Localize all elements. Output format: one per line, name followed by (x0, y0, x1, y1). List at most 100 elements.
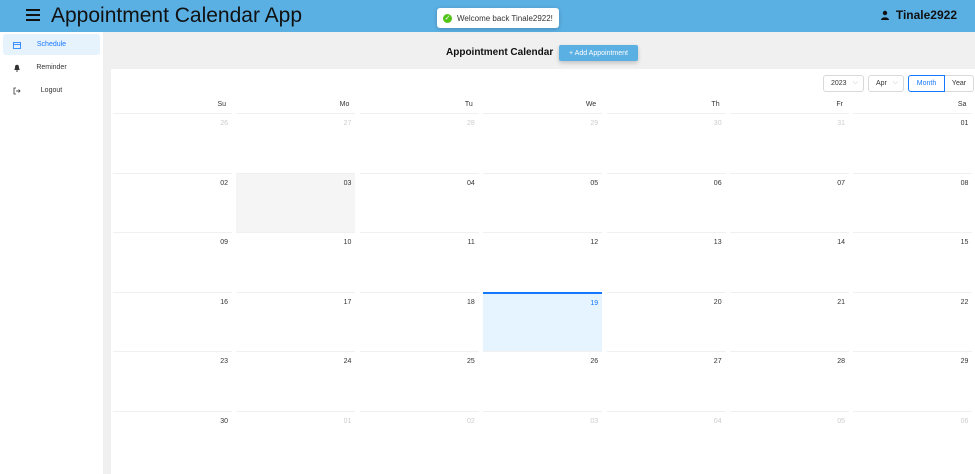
add-appointment-button[interactable]: + Add Appointment (559, 45, 638, 61)
calendar-panel: 2023 ⌵ Apr ⌵ Month Year Su Mo Tu We Th Fr Sa 2… (111, 69, 975, 474)
month-select-value: Apr (876, 80, 887, 87)
day-number: 02 (467, 417, 475, 425)
calendar-day-cell[interactable]: 30 (113, 410, 232, 470)
calendar-day-cell[interactable]: 29 (483, 113, 603, 172)
sidebar: Schedule Reminder Logout (0, 32, 103, 474)
day-number: 02 (220, 179, 228, 187)
calendar-day-cell[interactable]: 04 (359, 172, 479, 232)
day-number: 29 (590, 120, 599, 127)
day-number: 11 (467, 239, 475, 246)
view-mode-month[interactable]: Month (908, 75, 945, 92)
view-mode-switch: Month Year (908, 75, 974, 92)
day-number: 08 (960, 179, 969, 187)
user-menu[interactable]: Tinale2922 (880, 8, 957, 22)
calendar-day-cell[interactable]: 04 (606, 410, 726, 470)
calendar-day-cell[interactable]: 18 (359, 291, 479, 351)
day-number: 04 (713, 417, 722, 425)
calendar-day-cell[interactable]: 03 (483, 410, 603, 470)
calendar-day-cell[interactable]: 20 (606, 291, 726, 351)
calendar-day-cell[interactable]: 05 (483, 172, 603, 232)
calendar-day-cell[interactable]: 10 (236, 232, 356, 291)
sidebar-item-logout[interactable]: Logout (3, 80, 100, 101)
calendar-day-cell[interactable]: 24 (236, 351, 356, 410)
chevron-down-icon: ⌵ (852, 79, 858, 86)
calendar-day-cell[interactable]: 17 (236, 291, 356, 351)
hamburger-menu-icon[interactable] (26, 9, 40, 21)
sidebar-item-label: Logout (40, 87, 63, 94)
calendar-day-cell[interactable]: 26 (113, 113, 232, 172)
day-number: 12 (590, 239, 599, 246)
calendar-day-cell[interactable]: 22 (853, 291, 973, 351)
year-select-value: 2023 (831, 80, 847, 87)
calendar-day-cell[interactable]: 11 (359, 232, 479, 291)
day-number: 01 (343, 417, 352, 425)
calendar-day-cell[interactable]: 19 (483, 291, 603, 351)
day-number: 26 (220, 120, 228, 127)
weekday-label: Mo (339, 101, 350, 108)
calendar-day-cell[interactable]: 25 (359, 351, 479, 410)
day-number: 06 (713, 179, 722, 187)
username: Tinale2922 (895, 8, 957, 22)
calendar-day-cell[interactable]: 09 (113, 232, 232, 291)
day-number: 03 (343, 179, 352, 187)
calendar-day-cell[interactable]: 16 (113, 291, 232, 351)
calendar-day-cell[interactable]: 06 (606, 172, 726, 232)
day-number: 19 (590, 299, 599, 307)
weekday-label: Tu (464, 101, 473, 108)
calendar-day-cell[interactable]: 21 (730, 291, 849, 351)
month-select[interactable]: Apr ⌵ (868, 75, 904, 92)
calendar-day-cell[interactable]: 28 (730, 351, 849, 410)
day-number: 24 (343, 358, 352, 365)
day-number: 14 (837, 239, 845, 246)
calendar-day-cell[interactable]: 13 (606, 232, 726, 291)
chevron-down-icon: ⌵ (892, 79, 898, 86)
calendar-day-cell[interactable]: 28 (359, 113, 479, 172)
calendar-day-cell[interactable]: 12 (483, 232, 603, 291)
view-mode-year[interactable]: Year (945, 75, 974, 92)
day-number: 17 (343, 298, 352, 306)
calendar-day-cell[interactable]: 27 (606, 351, 726, 410)
calendar-day-cell[interactable]: 26 (483, 351, 603, 410)
year-select[interactable]: 2023 ⌵ (823, 75, 864, 92)
day-number: 18 (467, 298, 475, 306)
calendar-day-cell[interactable]: 03 (236, 172, 356, 232)
day-number: 05 (590, 179, 599, 187)
weekday-label: Sa (957, 101, 967, 108)
calendar-day-cell[interactable]: 05 (730, 410, 849, 470)
calendar-day-cell[interactable]: 08 (853, 172, 973, 232)
calendar-day-cell[interactable]: 14 (730, 232, 849, 291)
day-number: 09 (220, 239, 228, 246)
day-number: 20 (713, 298, 722, 306)
weekday-label: Fr (836, 101, 843, 108)
day-number: 15 (960, 239, 969, 246)
calendar-day-cell[interactable]: 06 (853, 410, 973, 470)
day-number: 27 (713, 358, 722, 365)
calendar-day-cell[interactable]: 27 (236, 113, 356, 172)
calendar-day-cell[interactable]: 29 (853, 351, 973, 410)
calendar-day-cell[interactable]: 02 (359, 410, 479, 470)
calendar-day-cell[interactable]: 15 (853, 232, 973, 291)
day-number: 03 (590, 417, 599, 425)
day-number: 13 (713, 239, 722, 246)
calendar-day-cell[interactable]: 01 (853, 113, 973, 172)
sidebar-item-reminder[interactable]: Reminder (3, 57, 100, 78)
calendar-day-cell[interactable]: 02 (113, 172, 232, 232)
weekday-label: Th (711, 101, 720, 108)
day-number: 23 (220, 358, 228, 365)
calendar-day-cell[interactable]: 23 (113, 351, 232, 410)
day-number: 30 (713, 120, 722, 127)
sidebar-item-schedule[interactable]: Schedule (3, 34, 100, 55)
day-number: 31 (837, 120, 845, 127)
calendar-day-cell[interactable]: 31 (730, 113, 849, 172)
day-number: 10 (343, 239, 352, 246)
day-number: 05 (837, 417, 845, 425)
main-content: Appointment Calendar + Add Appointment 2… (103, 32, 975, 474)
day-number: 27 (343, 120, 352, 127)
check-circle-icon: ✓ (443, 13, 452, 23)
day-number: 21 (837, 298, 845, 306)
calendar-day-cell[interactable]: 07 (730, 172, 849, 232)
calendar-day-cell[interactable]: 01 (236, 410, 356, 470)
day-number: 26 (590, 358, 599, 365)
calendar-day-cell[interactable]: 30 (606, 113, 726, 172)
weekday-header: Su Mo Tu We Th Fr Sa (111, 101, 975, 113)
